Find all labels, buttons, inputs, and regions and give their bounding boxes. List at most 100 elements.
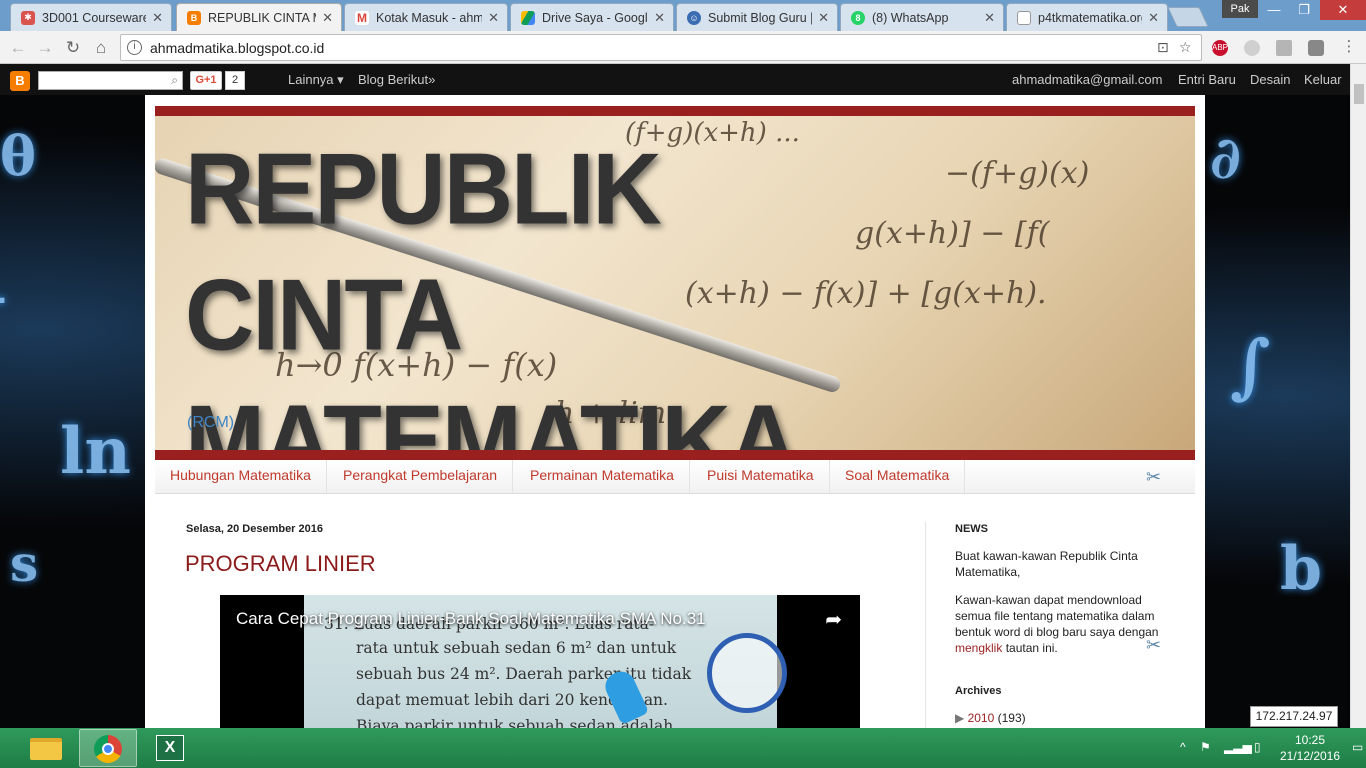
archives-heading: Archives — [955, 685, 1002, 697]
new-post-link[interactable]: Entri Baru — [1178, 72, 1236, 87]
clock-date: 21/12/2016 — [1279, 749, 1341, 763]
profile-button[interactable]: Pak — [1222, 0, 1258, 18]
blog-search-input[interactable]: ⌕ — [38, 71, 183, 90]
thumbnail-text-line: sebuah bus 24 m². Daerah parker itu tida… — [356, 665, 692, 683]
background-math-glyph: ln — [60, 414, 131, 489]
tab-gmail[interactable]: M Kotak Masuk - ahm ✕ — [344, 3, 508, 31]
menu-dots-icon[interactable]: ⋮ — [1338, 36, 1360, 58]
minimize-icon[interactable]: — — [1260, 0, 1288, 20]
notifications-icon[interactable]: ▭ — [1352, 740, 1363, 754]
reload-icon[interactable]: ↻ — [62, 37, 84, 59]
close-tab-icon[interactable]: ✕ — [818, 10, 829, 26]
excel-icon: X — [156, 735, 184, 761]
drive-extension-icon[interactable] — [1276, 40, 1292, 56]
file-explorer-button[interactable] — [17, 729, 75, 767]
close-tab-icon[interactable]: ✕ — [654, 10, 665, 26]
news-text: tautan ini. — [1005, 641, 1058, 655]
tab-submit-blog-guru[interactable]: ☺ Submit Blog Guru | ✕ — [676, 3, 838, 31]
page-viewport: θ - ln s ∂ ∫ b B ⌕ G+1 2 Lainnya ▾ Blog … — [0, 64, 1350, 728]
sidebar-divider — [925, 522, 926, 728]
page-favicon-icon — [1017, 10, 1031, 25]
action-flag-icon[interactable]: ⚑ — [1200, 740, 1211, 754]
edit-wrench-icon[interactable]: ✂ — [1146, 635, 1161, 656]
new-tab-button[interactable] — [1167, 7, 1209, 27]
user-email-link[interactable]: ahmadmatika@gmail.com — [1012, 72, 1162, 87]
close-tab-icon[interactable]: ✕ — [152, 10, 163, 26]
system-clock[interactable]: 10:25 21/12/2016 — [1270, 732, 1350, 764]
share-arrow-icon[interactable]: ➦ — [825, 607, 842, 632]
post-date: Selasa, 20 Desember 2016 — [186, 523, 323, 535]
folder-icon — [30, 738, 62, 760]
blog-title[interactable]: REPUBLIK CINTA MATEMATIKA — [185, 127, 925, 450]
tab-republik-cinta-matematika[interactable]: B REPUBLIK CINTA MATEMATIKA ✕ — [176, 3, 342, 31]
close-tab-icon[interactable]: ✕ — [984, 10, 995, 26]
ip-address-tooltip: 172.217.24.97 — [1250, 706, 1338, 727]
video-title[interactable]: Cara Cepat Program Linier-Bank Soal Mate… — [236, 609, 706, 629]
address-bar[interactable]: i ahmadmatika.blogspot.co.id ⊡ ☆ — [120, 34, 1202, 61]
search-icon[interactable]: ⌕ — [171, 73, 178, 88]
whatsapp-icon: 8 — [851, 10, 865, 25]
blogger-logo-icon[interactable]: B — [10, 71, 30, 91]
tab-3d001-courseware[interactable]: ✱ 3D001 Courseware ✕ — [10, 3, 172, 31]
submit-blog-favicon-icon: ☺ — [687, 10, 701, 25]
back-arrow-icon[interactable]: ← — [7, 37, 29, 59]
adblock-extension-icon[interactable]: ABP — [1212, 40, 1228, 56]
news-text: Kawan-kawan dapat mendownload semua file… — [955, 593, 1159, 639]
plus-one-count: 2 — [225, 71, 245, 90]
next-blog-link[interactable]: Blog Berikut» — [358, 72, 435, 87]
design-link[interactable]: Desain — [1250, 72, 1290, 87]
page-scrollbar[interactable] — [1350, 64, 1366, 728]
signal-bars-icon[interactable]: ▂▃▅ — [1224, 740, 1252, 754]
excel-taskbar-button[interactable]: X — [141, 729, 199, 767]
restore-icon[interactable]: ❐ — [1290, 0, 1318, 20]
blogger-navbar: B ⌕ G+1 2 Lainnya ▾ Blog Berikut» ahmadm… — [0, 64, 1350, 95]
thumbnail-text-line: rata untuk sebuah sedan 6 m² dan untuk — [356, 639, 677, 657]
tab-hubungan-matematika[interactable]: Hubungan Matematika — [155, 460, 327, 494]
bemci-logo-image — [707, 633, 787, 713]
news-paragraph-download: Kawan-kawan dapat mendownload semua file… — [955, 592, 1170, 656]
extension-icon[interactable] — [1244, 40, 1260, 56]
page-tabs: Hubungan Matematika Perangkat Pembelajar… — [155, 460, 1195, 494]
archive-year-link[interactable]: 2010 — [968, 711, 995, 725]
logout-link[interactable]: Keluar — [1304, 72, 1342, 87]
tab-whatsapp[interactable]: 8 (8) WhatsApp ✕ — [840, 3, 1004, 31]
blog-header[interactable]: (f+g)(x+h) ... −(f+g)(x) g(x+h)] − [f( (… — [155, 106, 1195, 460]
background-math-glyph: ∂ — [1210, 124, 1241, 192]
forward-arrow-icon[interactable]: → — [34, 37, 56, 59]
more-menu-link[interactable]: Lainnya ▾ — [288, 72, 344, 88]
bookmark-star-icon[interactable]: ☆ — [1179, 39, 1192, 56]
background-math-glyph: θ — [0, 124, 37, 188]
google-plus-one-button[interactable]: G+1 — [190, 71, 222, 90]
youtube-video-embed[interactable]: 31. Luas daerah parkir 360 m². Luas rata… — [220, 595, 860, 728]
news-heading: NEWS — [955, 523, 988, 535]
battery-icon[interactable]: ▯ — [1254, 740, 1261, 754]
archive-item[interactable]: ▶ 2010 (193) — [955, 711, 1026, 725]
extension-square-icon[interactable] — [1308, 40, 1324, 56]
translate-icon[interactable]: ⊡ — [1157, 39, 1169, 56]
close-tab-icon[interactable]: ✕ — [1148, 10, 1159, 26]
site-info-icon[interactable]: i — [127, 40, 142, 55]
news-paragraph: Buat kawan-kawan Republik Cinta Matemati… — [955, 549, 1138, 579]
tab-puisi-matematika[interactable]: Puisi Matematika — [692, 460, 830, 494]
scrollbar-thumb[interactable] — [1354, 84, 1364, 104]
tab-p4tkmatematika[interactable]: p4tkmatematika.org ✕ — [1006, 3, 1168, 31]
show-hidden-icons-icon[interactable]: ^ — [1180, 740, 1186, 754]
close-window-icon[interactable]: ✕ — [1320, 0, 1366, 20]
tab-permainan-matematika[interactable]: Permainan Matematika — [515, 460, 690, 494]
browser-tab-strip: ✱ 3D001 Courseware ✕ B REPUBLIK CINTA MA… — [0, 0, 1366, 31]
blog-description: (RCM) — [187, 414, 235, 431]
blog-container: (f+g)(x+h) ... −(f+g)(x) g(x+h)] − [f( (… — [145, 95, 1205, 728]
post-title[interactable]: PROGRAM LINIER — [185, 551, 376, 577]
close-tab-icon[interactable]: ✕ — [488, 10, 499, 26]
gmail-icon: M — [355, 10, 369, 25]
clock-time: 10:25 — [1294, 733, 1326, 747]
tab-soal-matematika[interactable]: Soal Matematika — [830, 460, 966, 494]
edit-wrench-icon[interactable]: ✂ — [1146, 467, 1161, 488]
tab-google-drive[interactable]: Drive Saya - Google ✕ — [510, 3, 674, 31]
chrome-taskbar-button[interactable] — [79, 729, 137, 767]
tab-perangkat-pembelajaran[interactable]: Perangkat Pembelajaran — [328, 460, 514, 494]
home-icon[interactable]: ⌂ — [90, 37, 112, 59]
expand-triangle-icon[interactable]: ▶ — [955, 711, 964, 725]
download-link[interactable]: mengklik — [955, 641, 1002, 655]
close-tab-icon[interactable]: ✕ — [322, 10, 333, 26]
